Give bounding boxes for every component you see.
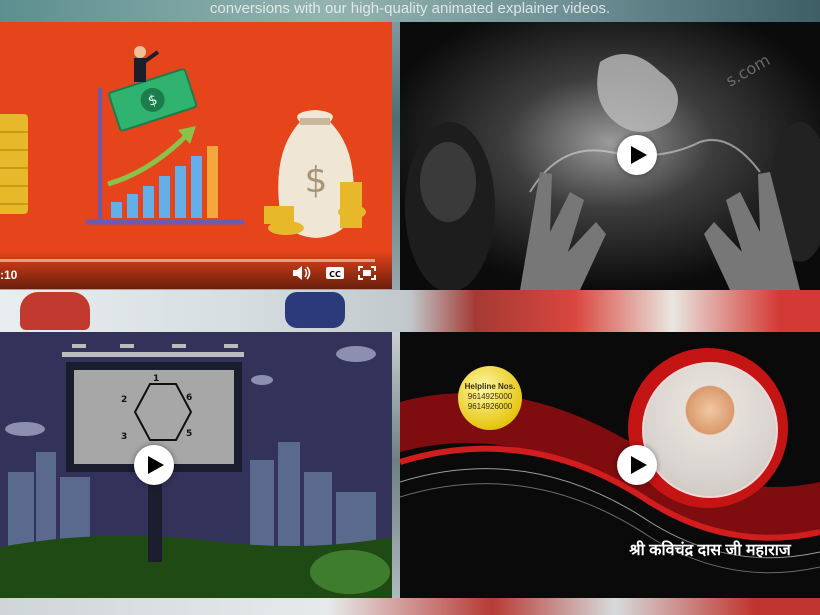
video-tile-smoke-hands[interactable]: s.com	[400, 22, 820, 290]
video-controls: :10 CC	[0, 251, 392, 289]
background-middle-band	[0, 290, 820, 332]
helpline-number: 9614926000	[467, 402, 513, 411]
hexagon-number: 3	[121, 432, 127, 442]
svg-text:$: $	[305, 160, 328, 201]
tagline-text: conversions with our high-quality animat…	[209, 0, 611, 17]
hexagon-number: 6	[186, 393, 192, 403]
hexagon-number: 1	[153, 374, 159, 384]
caption-text: श्री कविचंद्र दास जी महाराज	[629, 542, 791, 559]
helpline-title: Helpline Nos.	[464, 382, 516, 391]
finance-illustration: $ $	[0, 46, 366, 238]
background-bottom-band	[0, 598, 820, 615]
background-character-left	[20, 292, 90, 330]
helpline-badge: Helpline Nos. 9614925000 9614926000	[458, 366, 522, 430]
captions-icon[interactable]: CC	[326, 266, 344, 280]
hexagon-number: 5	[186, 429, 192, 439]
video-tile-devotional[interactable]: Helpline Nos. 9614925000 9614926000 श्री…	[400, 332, 820, 598]
portrait-image	[642, 362, 778, 498]
helpline-number: 9614925000	[467, 392, 513, 401]
smoke-hands-artwork: s.com	[400, 22, 820, 290]
play-button[interactable]	[617, 445, 657, 485]
video-tile-finance[interactable]: $ $ :10 CC	[0, 22, 392, 289]
volume-icon[interactable]	[293, 266, 311, 280]
play-button[interactable]	[134, 445, 174, 485]
background-character-mid	[285, 292, 345, 328]
hexagon-number: 2	[121, 395, 127, 405]
progress-bar[interactable]	[0, 259, 375, 262]
billboard-scene: 1 2 3 4 5 6	[0, 344, 392, 598]
play-button[interactable]	[617, 135, 657, 175]
time-display: :10	[0, 268, 18, 282]
svg-text:CC: CC	[329, 270, 341, 279]
video-tile-billboard[interactable]: 1 2 3 4 5 6	[0, 332, 392, 598]
fullscreen-icon[interactable]	[358, 266, 376, 280]
